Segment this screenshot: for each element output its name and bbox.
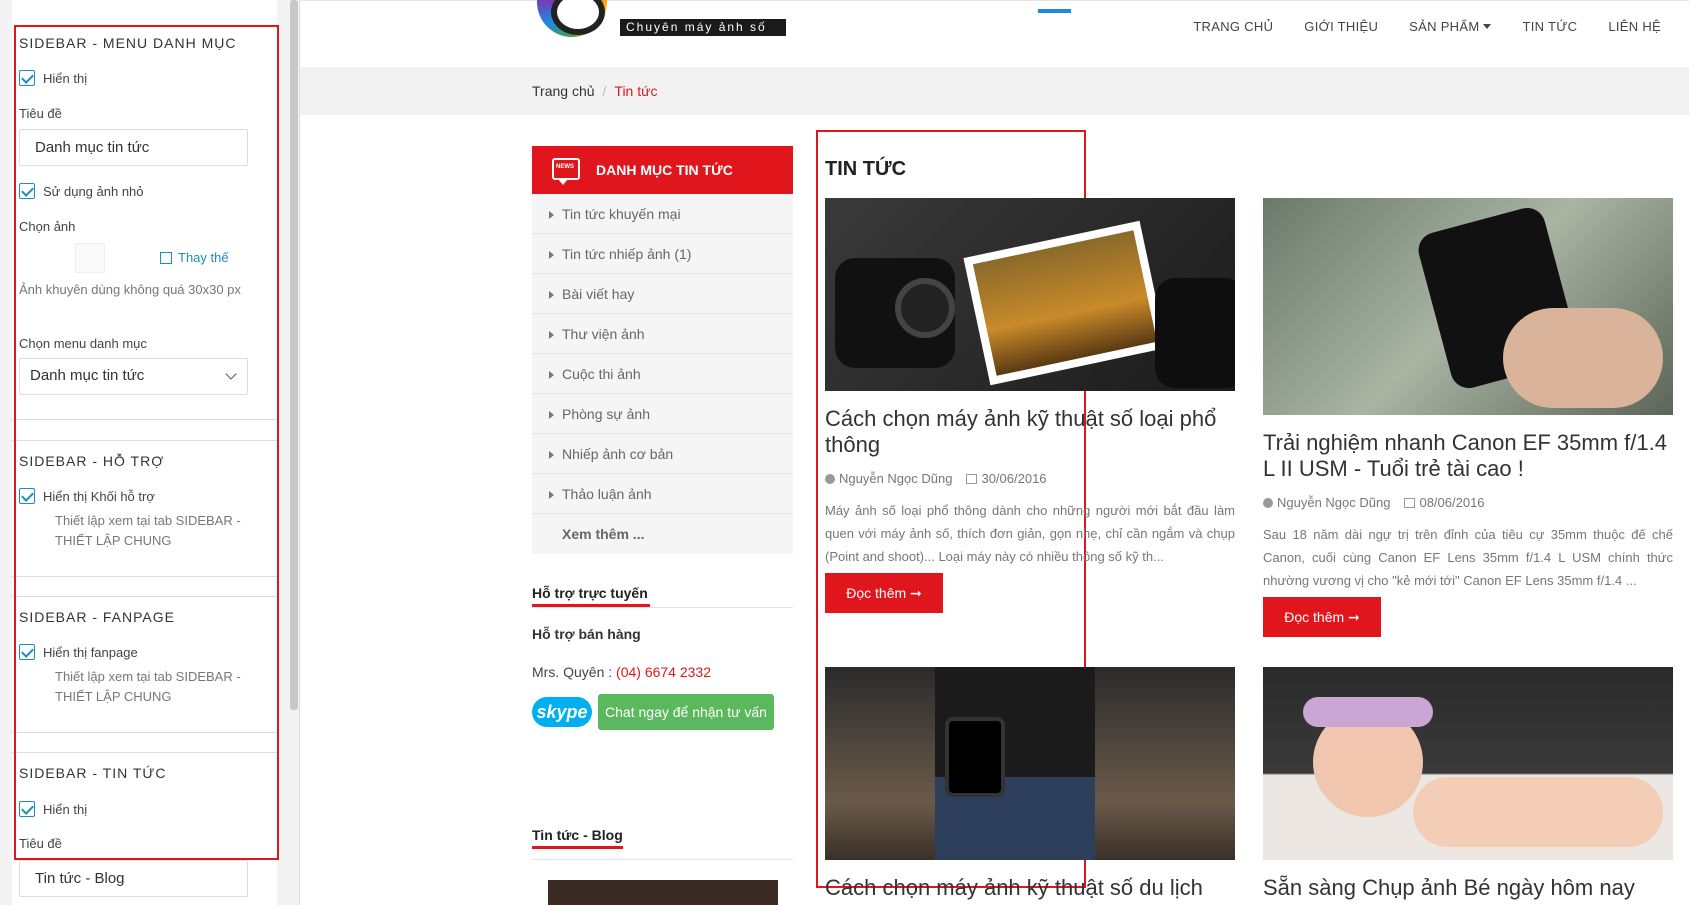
news-icon-text: NEWS bbox=[556, 164, 574, 170]
site-preview: Chuyên máy ảnh số TRANG CHỦ GIỚI THIỆU S… bbox=[300, 0, 1689, 905]
post-author: Nguyễn Ngọc Dũng bbox=[1277, 495, 1391, 510]
customizer-panel: SIDEBAR - MENU DANH MỤC Hiển thị Tiêu đề… bbox=[0, 0, 300, 905]
headband-shape bbox=[1303, 697, 1433, 727]
category-item[interactable]: Cuộc thi ảnh bbox=[532, 354, 793, 394]
post-excerpt: Máy ảnh số loại phổ thông dành cho những… bbox=[825, 503, 1235, 564]
nav-item-news[interactable]: TIN TỨC bbox=[1522, 19, 1577, 34]
post-image[interactable] bbox=[825, 198, 1235, 391]
category-item[interactable]: Thảo luận ảnh bbox=[532, 474, 793, 514]
panel-scrollbar[interactable] bbox=[290, 0, 298, 710]
read-more-button[interactable]: Đọc thêm ➞ bbox=[825, 573, 943, 613]
nav-products-label: SẢN PHẨM bbox=[1409, 19, 1480, 34]
post-date: 30/06/2016 bbox=[981, 471, 1047, 486]
category-title: DANH MỤC TIN TỨC bbox=[596, 162, 733, 178]
news-title-input[interactable] bbox=[19, 860, 248, 897]
support-heading: Hỗ trợ bán hàng bbox=[532, 626, 641, 642]
main-nav: TRANG CHỦ GIỚI THIỆU SẢN PHẨM TIN TỨC LI… bbox=[1162, 19, 1661, 34]
news-chat-icon: NEWS bbox=[552, 158, 580, 185]
category-more-link[interactable]: Xem thêm ... bbox=[532, 514, 793, 554]
calendar-icon bbox=[1404, 498, 1416, 508]
category-item[interactable]: Phòng sự ảnh bbox=[532, 394, 793, 434]
site-header: Chuyên máy ảnh số TRANG CHỦ GIỚI THIỆU S… bbox=[300, 0, 1689, 67]
post-date: 08/06/2016 bbox=[1419, 495, 1485, 510]
caret-down-icon bbox=[1483, 24, 1492, 29]
blog-title-text: Tin tức - Blog bbox=[532, 827, 623, 843]
support-title-text: Hỗ trợ trực tuyến bbox=[532, 585, 648, 601]
title-underline bbox=[532, 846, 623, 849]
category-item[interactable]: Thư viện ảnh bbox=[532, 314, 793, 354]
nav-item-products[interactable]: SẢN PHẨM bbox=[1409, 19, 1492, 34]
user-icon bbox=[1263, 498, 1273, 508]
category-list: Tin tức khuyến mại Tin tức nhiếp ảnh (1)… bbox=[532, 194, 793, 554]
nav-item-about[interactable]: GIỚI THIỆU bbox=[1304, 19, 1378, 34]
post-title[interactable]: Cách chọn máy ảnh kỹ thuật số du lịch bbox=[825, 875, 1235, 901]
post-meta: Nguyễn Ngọc Dũng 30/06/2016 bbox=[825, 471, 1047, 486]
support-phone[interactable]: (04) 6674 2332 bbox=[616, 664, 711, 680]
nav-item-contact[interactable]: LIÊN HỆ bbox=[1608, 19, 1661, 34]
post-excerpt: Sau 18 năm dài ngự trị trên đỉnh của tiê… bbox=[1263, 527, 1673, 588]
breadcrumb-current: Tin tức bbox=[614, 83, 658, 99]
active-indicator bbox=[1038, 9, 1071, 13]
logo-tagline: Chuyên máy ảnh số bbox=[620, 19, 786, 36]
support-title: Hỗ trợ trực tuyến bbox=[532, 585, 650, 607]
post-meta: Nguyễn Ngọc Dũng 08/06/2016 bbox=[1263, 495, 1485, 510]
photo-print bbox=[963, 220, 1167, 386]
breadcrumb-separator: / bbox=[602, 83, 607, 99]
category-item[interactable]: Tin tức khuyến mại bbox=[532, 194, 793, 234]
post-image[interactable] bbox=[825, 667, 1235, 860]
content-title: TIN TỨC bbox=[825, 158, 907, 180]
category-item[interactable]: Tin tức nhiếp ảnh (1) bbox=[532, 234, 793, 274]
post-image[interactable] bbox=[1263, 667, 1673, 860]
user-icon bbox=[825, 474, 835, 484]
post-title[interactable]: Cách chọn máy ảnh kỹ thuật số loại phổ t… bbox=[825, 406, 1235, 458]
category-header: NEWS DANH MỤC TIN TỨC bbox=[532, 146, 793, 194]
category-item[interactable]: Nhiếp ảnh cơ bản bbox=[532, 434, 793, 474]
divider bbox=[532, 859, 793, 860]
blog-title: Tin tức - Blog bbox=[532, 827, 623, 849]
post-title[interactable]: Trải nghiệm nhanh Canon EF 35mm f/1.4 L … bbox=[1263, 430, 1673, 482]
highlight-frame bbox=[14, 25, 279, 860]
support-contact: Mrs. Quyên : (04) 6674 2332 bbox=[532, 664, 711, 680]
post-author: Nguyễn Ngọc Dũng bbox=[839, 471, 953, 486]
camera-shape bbox=[1155, 278, 1235, 388]
divider bbox=[532, 607, 793, 608]
calendar-icon bbox=[966, 474, 978, 484]
read-more-button[interactable]: Đọc thêm ➞ bbox=[1263, 597, 1381, 637]
skype-logo-icon[interactable]: skype bbox=[532, 697, 592, 727]
post-title[interactable]: Sẵn sàng Chụp ảnh Bé ngày hôm nay bbox=[1263, 875, 1673, 901]
blog-thumbnail[interactable] bbox=[548, 880, 778, 905]
post-image[interactable] bbox=[1263, 198, 1673, 415]
category-item[interactable]: Bài viết hay bbox=[532, 274, 793, 314]
camera-shape bbox=[945, 717, 1005, 797]
hand-shape bbox=[1503, 308, 1663, 408]
chat-button[interactable]: Chat ngay để nhận tư vấn bbox=[598, 694, 774, 730]
camera-logo-icon[interactable] bbox=[537, 0, 607, 37]
breadcrumb: Trang chủ / Tin tức bbox=[300, 67, 1689, 115]
baby-body-shape bbox=[1413, 777, 1663, 847]
support-name: Mrs. Quyên : bbox=[532, 664, 613, 680]
lens-shape bbox=[895, 278, 955, 338]
breadcrumb-home[interactable]: Trang chủ bbox=[532, 83, 595, 99]
nav-item-home[interactable]: TRANG CHỦ bbox=[1193, 19, 1273, 34]
